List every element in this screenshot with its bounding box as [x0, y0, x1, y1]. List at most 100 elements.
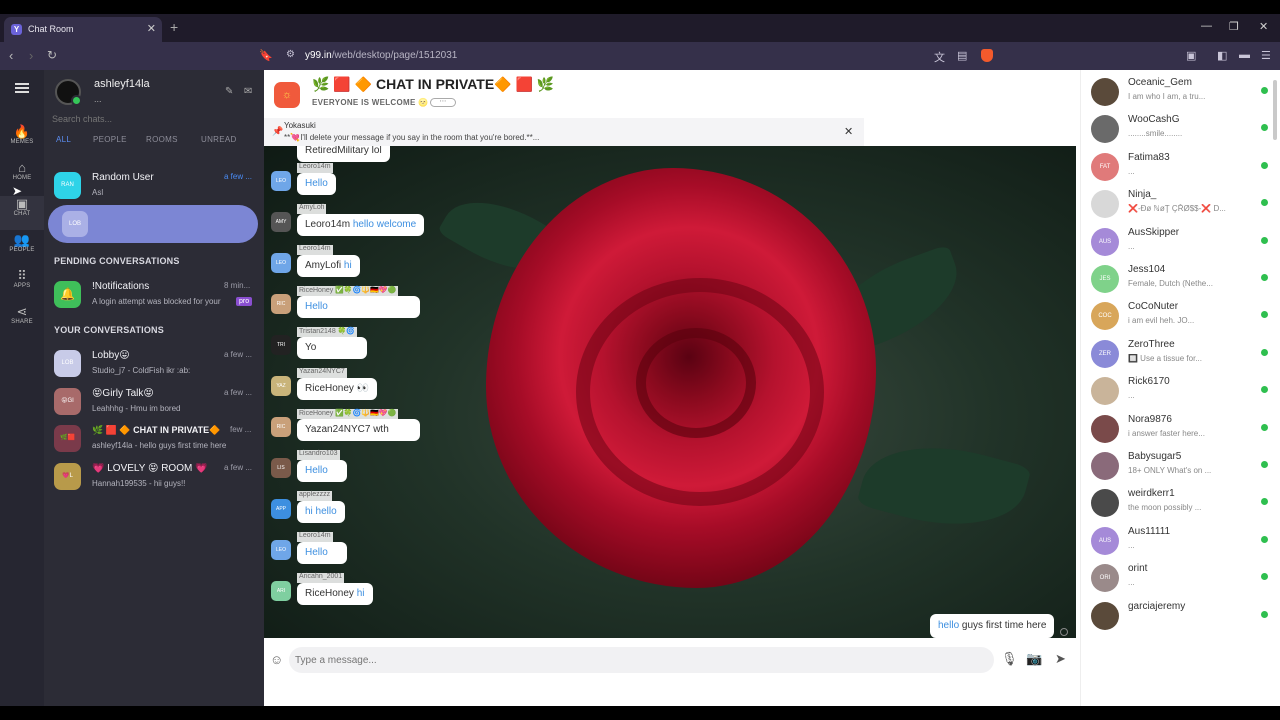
- conversation-item[interactable]: LOB Lobby😛 Studio_j7 - ColdFish ikr :ab:…: [44, 346, 264, 382]
- room-more-button[interactable]: ⋯: [430, 98, 456, 107]
- back-icon[interactable]: ‹: [9, 48, 13, 63]
- message-highlight: hello welcome: [352, 219, 417, 230]
- message-highlight: hi: [356, 588, 365, 599]
- tab-people[interactable]: PEOPLE: [93, 135, 127, 144]
- user-list-item[interactable]: AUS Aus11111...: [1081, 523, 1280, 560]
- avatar: ARI: [271, 581, 291, 601]
- search-chats-input[interactable]: [52, 114, 252, 124]
- user-list-item[interactable]: Nora9876 i answer faster here...: [1081, 411, 1280, 448]
- user-list-item[interactable]: ORI orint...: [1081, 560, 1280, 597]
- tab-all[interactable]: ALL: [56, 135, 71, 144]
- message-username[interactable]: AmyLofi: [297, 204, 327, 214]
- conversation-item[interactable]: RAN Random User Asl a few ...: [44, 168, 264, 204]
- user-list-item[interactable]: Rick6170...: [1081, 373, 1280, 410]
- online-status-icon: [1261, 498, 1268, 506]
- close-tab-icon[interactable]: ✕: [147, 22, 156, 35]
- send-icon[interactable]: ➤: [1055, 651, 1066, 667]
- microphone-icon[interactable]: 🎙: [1001, 651, 1018, 667]
- user-status: ...: [94, 94, 102, 104]
- maximize-icon[interactable]: ❐: [1229, 20, 1239, 33]
- compose-icon[interactable]: ✉: [244, 86, 252, 97]
- message-bubble: Leoro14m hello welcome: [297, 214, 425, 236]
- avatar: [1091, 377, 1119, 406]
- message-username[interactable]: RiceHoney ✅🍀🌀🔱🇩🇪💖🟢: [297, 286, 399, 296]
- user-list-item[interactable]: ZER ZeroThree 🔲 Use a tissue for...: [1081, 336, 1280, 373]
- rail-item-memes[interactable]: 🔥 MEMES: [0, 124, 44, 158]
- user-list-item[interactable]: JES Jess104 Female, Dutch (Nethe...: [1081, 261, 1280, 298]
- message-bubble: Yo: [297, 337, 367, 359]
- camera-icon[interactable]: 📷: [1026, 651, 1042, 667]
- message-username[interactable]: Lisandro103: [297, 450, 340, 460]
- user-list-item[interactable]: WooCashG ........smile........: [1081, 111, 1280, 148]
- message-username[interactable]: Leoro14m: [297, 245, 333, 255]
- conversation-item[interactable]: 💗L 💗 LOVELY 😝 ROOM 💗 Hannah199535 - hii …: [44, 459, 264, 495]
- user-name: AusSkipper: [1128, 226, 1180, 238]
- edit-icon[interactable]: ✎: [225, 86, 233, 97]
- message-username[interactable]: Tristan2148 🍀🌀: [297, 327, 358, 337]
- hamburger-menu-icon[interactable]: [15, 83, 29, 93]
- minimize-icon[interactable]: —: [1201, 20, 1212, 32]
- tab-rooms[interactable]: ROOMS: [146, 135, 178, 144]
- wallet-icon[interactable]: ▣: [1186, 49, 1196, 62]
- chat-messages[interactable]: RetiredMilitary lol LEO Leoro14m Hello A…: [264, 146, 1076, 638]
- user-name: garciajeremy: [1128, 600, 1186, 612]
- rail-label: PEOPLE: [9, 247, 35, 253]
- online-users-list[interactable]: Oceanic_Gem I am who I am, a tru... WooCas…: [1080, 70, 1280, 706]
- conversation-item[interactable]: 🌿🟥 🌿 🟥 🔶 CHAT IN PRIVATE🔶 ashleyf14la - …: [44, 421, 264, 457]
- sidebar-toggle-icon[interactable]: ◧: [1217, 49, 1227, 62]
- rail-item-chat[interactable]: ▣ CHAT: [0, 196, 44, 230]
- message-bubble: Yazan24NYC7 wth: [297, 419, 420, 441]
- message-input[interactable]: [289, 647, 994, 673]
- user-list-item[interactable]: COC CoCoNuter i am evil heh. JO...: [1081, 298, 1280, 335]
- conversation-item[interactable]: 🔔 !Notifications A login attempt was blo…: [44, 277, 264, 313]
- message-username[interactable]: RiceHoney ✅🍀🌀🔱🇩🇪💖🟢: [297, 409, 399, 419]
- rail-item-share[interactable]: ⋖ SHARE: [0, 304, 44, 338]
- avatar[interactable]: [55, 79, 82, 106]
- user-list-item[interactable]: Ninja_ ❌-Ðø ℕøŢ ÇŘØ$$-❌ D...: [1081, 186, 1280, 223]
- avatar: AUS: [1091, 526, 1119, 555]
- url-field[interactable]: y99.in/web/desktop/page/1512031: [305, 50, 457, 61]
- reader-icon[interactable]: ▤: [957, 49, 967, 62]
- rail-item-apps[interactable]: ⠿ APPS: [0, 268, 44, 302]
- chat-message: TRI Tristan2148 🍀🌀 Yo: [264, 327, 664, 368]
- room-header: ☼ 🌿 🟥 🔶 CHAT IN PRIVATE🔶 🟥 🌿 EVERYONE IS…: [264, 70, 1262, 118]
- selected-conversation[interactable]: LOB: [48, 205, 258, 243]
- user-name: Jess104: [1128, 264, 1166, 275]
- rail-item-people[interactable]: 👥 PEOPLE: [0, 232, 44, 266]
- user-list-item[interactable]: garciajeremy: [1081, 598, 1280, 635]
- message-username[interactable]: Yazan24NYC7: [297, 368, 347, 378]
- reload-icon[interactable]: ↻: [47, 48, 57, 62]
- user-status-text: ❌-Ðø ℕøŢ ÇŘØ$$-❌ D...: [1128, 204, 1226, 214]
- menu-icon[interactable]: ☰: [1261, 49, 1271, 62]
- message-username[interactable]: Aricahn_2001: [297, 573, 345, 583]
- forward-icon[interactable]: ›: [29, 48, 33, 63]
- message-username[interactable]: Leoro14m: [297, 532, 333, 542]
- brave-shield-icon[interactable]: [981, 49, 993, 62]
- user-list-item[interactable]: AUS AusSkipper...: [1081, 224, 1280, 261]
- user-list-item[interactable]: Babysugar5 18+ ONLY What's on ...: [1081, 448, 1280, 485]
- translate-icon[interactable]: 文: [934, 49, 945, 65]
- bookmark-icon[interactable]: 🔖: [259, 49, 273, 62]
- favicon-icon: Y: [11, 24, 22, 35]
- conversation-time: a few ...: [224, 463, 253, 472]
- chat-message: YAZ Yazan24NYC7 RiceHoney 👀: [264, 368, 664, 409]
- close-window-icon[interactable]: ✕: [1259, 20, 1268, 33]
- rail-label: SHARE: [11, 319, 33, 325]
- user-list-item[interactable]: FAT Fatima83...: [1081, 149, 1280, 186]
- user-list-item[interactable]: Oceanic_Gem I am who I am, a tru...: [1081, 74, 1280, 111]
- message-username[interactable]: applezzzz: [297, 491, 333, 501]
- close-pin-icon[interactable]: ✕: [844, 125, 853, 138]
- user-list-item[interactable]: weirdkerr1 the moon possibly ...: [1081, 485, 1280, 522]
- online-status-icon: [71, 95, 82, 106]
- message-username[interactable]: Leoro14m: [297, 163, 333, 173]
- browser-tab[interactable]: Y Chat Room ✕: [4, 17, 162, 42]
- emoji-icon[interactable]: ☺: [270, 652, 283, 667]
- tab-unread[interactable]: UNREAD: [201, 135, 237, 144]
- user-name: Aus11111: [1128, 525, 1171, 537]
- online-status-icon: [1261, 461, 1268, 468]
- message-bubble: AmyLofi hi: [297, 255, 360, 277]
- new-tab-button[interactable]: +: [170, 19, 178, 35]
- vpn-icon[interactable]: ▬: [1239, 49, 1250, 61]
- conversation-item[interactable]: 😝GI 😝Girly Talk😝 Leahhhg - Hmu im bored …: [44, 384, 264, 420]
- site-settings-icon[interactable]: ⚙: [286, 49, 295, 60]
